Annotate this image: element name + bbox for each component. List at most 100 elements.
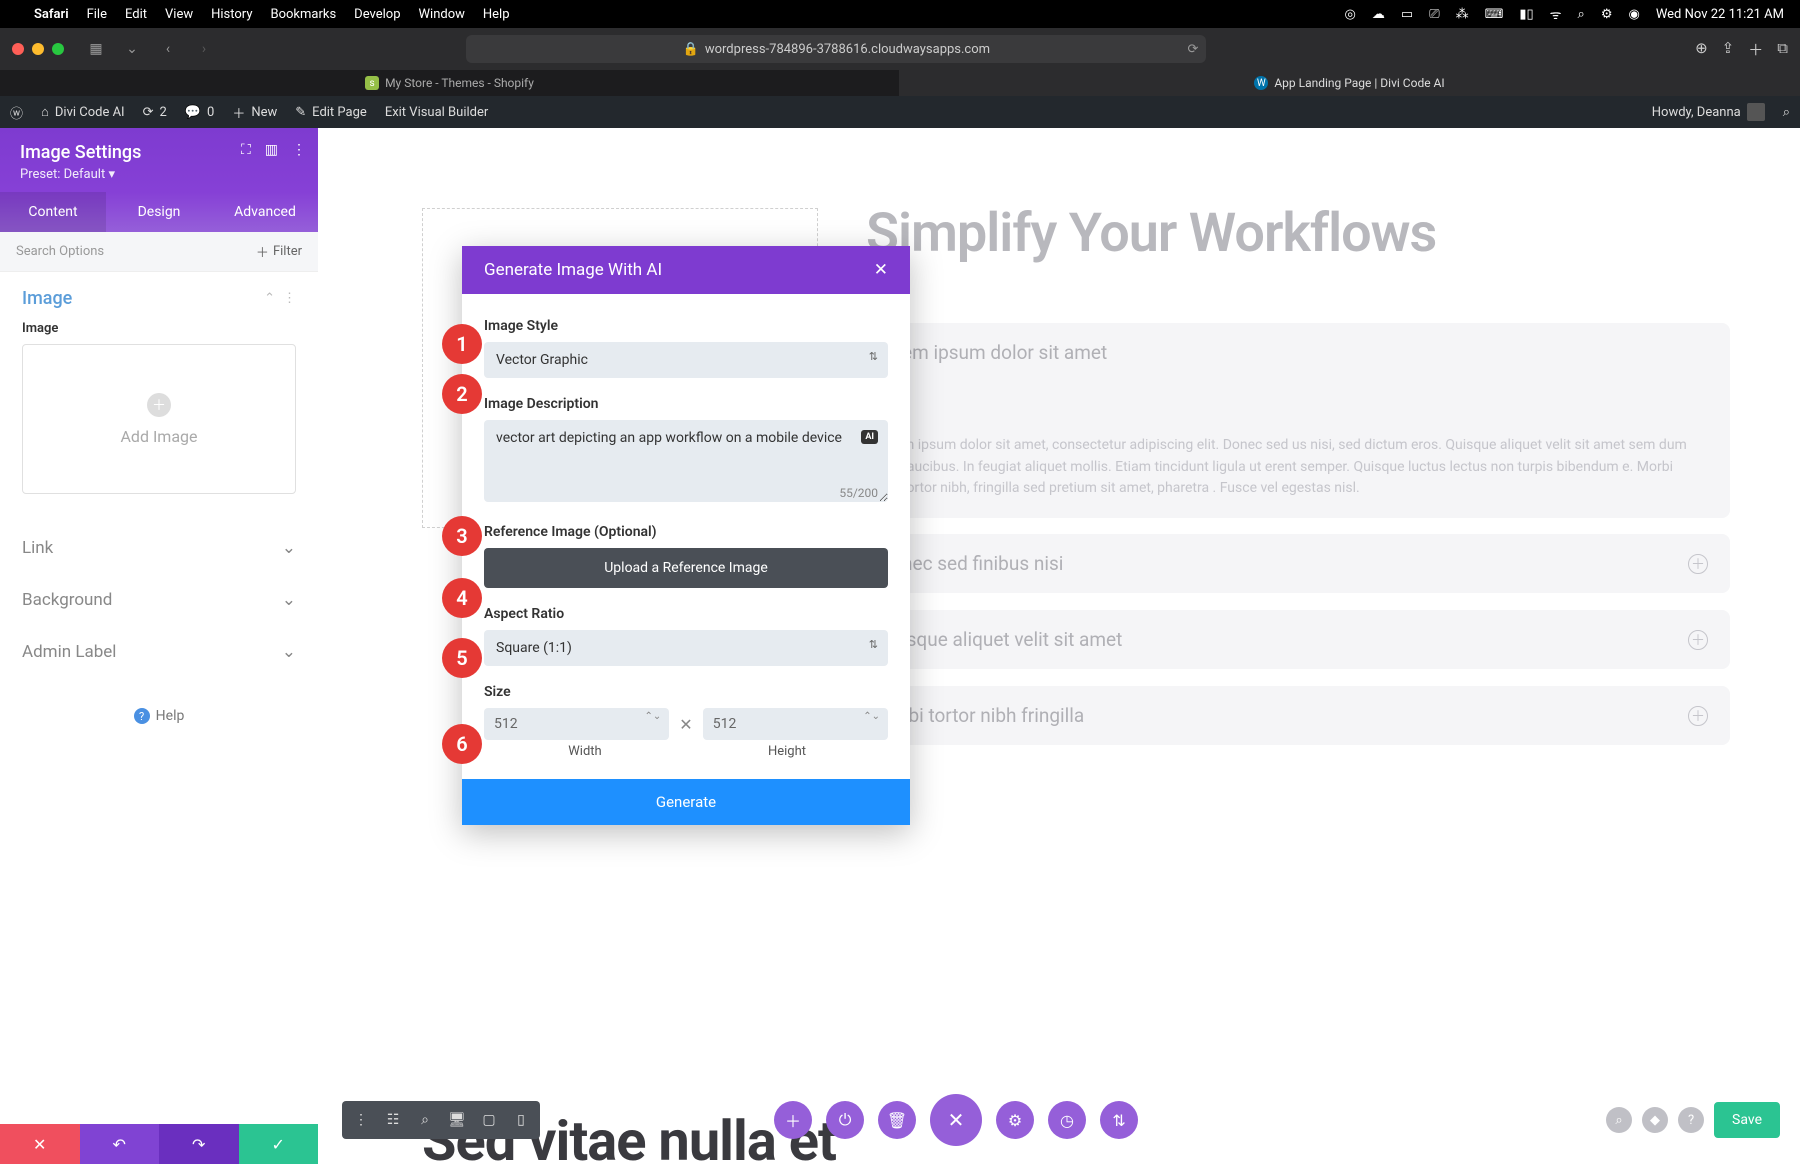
wp-comments[interactable]: 💬 0: [185, 105, 215, 120]
close-builder-button[interactable]: ✕: [930, 1094, 982, 1146]
ai-badge[interactable]: AI: [861, 430, 878, 444]
tablet-icon[interactable]: ▢: [474, 1105, 504, 1135]
add-image-well[interactable]: ＋ Add Image: [22, 344, 296, 494]
status-wifi-icon[interactable]: ᯤ: [1550, 5, 1562, 23]
status-battery-icon[interactable]: ▮▯: [1519, 7, 1533, 22]
find-button[interactable]: ⌕: [1606, 1107, 1632, 1133]
height-input[interactable]: 512: [703, 708, 888, 740]
modal-close-icon[interactable]: ✕: [874, 260, 888, 280]
sidebar-header: Image Settings Preset: Default ▾ ⛶ ▥ ⋮: [0, 128, 318, 192]
image-description-textarea[interactable]: [484, 420, 888, 502]
browser-tab-shopify[interactable]: s My Store - Themes - Shopify: [0, 70, 900, 96]
download-icon[interactable]: ⊕: [1695, 39, 1708, 60]
menu-history[interactable]: History: [211, 7, 252, 22]
wp-site-link[interactable]: ⌂ Divi Code AI: [41, 104, 125, 120]
back-button[interactable]: ‹: [154, 37, 182, 61]
zoom-icon[interactable]: ⌕: [410, 1105, 440, 1135]
image-style-select[interactable]: Vector Graphic: [484, 342, 888, 378]
undo-button[interactable]: ↶: [80, 1124, 160, 1164]
accordion-admin-label[interactable]: Admin Label⌄: [0, 626, 318, 678]
power-button[interactable]: ⏻: [826, 1101, 864, 1139]
save-button[interactable]: Save: [1714, 1102, 1780, 1138]
toolbox-more-icon[interactable]: ⋮: [346, 1105, 376, 1135]
accordion-link[interactable]: Link⌄: [0, 522, 318, 574]
status-control-icon[interactable]: ⚙: [1601, 7, 1613, 22]
status-cloud-icon[interactable]: ☁: [1372, 7, 1385, 22]
tab-content[interactable]: Content: [0, 192, 106, 232]
wp-updates[interactable]: ⟳ 2: [143, 105, 167, 120]
status-screen-icon[interactable]: ⎚: [1429, 7, 1439, 22]
confirm-button[interactable]: ✓: [239, 1124, 319, 1164]
accordion-item-1[interactable]: em ipsum dolor sit amet m ipsum dolor si…: [880, 323, 1730, 518]
generate-button[interactable]: Generate: [462, 779, 910, 825]
history-button[interactable]: ◷: [1048, 1101, 1086, 1139]
help-button[interactable]: ?: [1678, 1107, 1704, 1133]
accordion-item-2[interactable]: nec sed finibus nisi ＋: [880, 534, 1730, 593]
status-record-icon[interactable]: ◎: [1345, 7, 1356, 22]
redo-button[interactable]: ↷: [159, 1124, 239, 1164]
section-more-icon[interactable]: ⋮: [283, 291, 296, 306]
swap-button[interactable]: ⇅: [1100, 1101, 1138, 1139]
minimize-window-button[interactable]: [32, 43, 44, 55]
close-window-button[interactable]: [12, 43, 24, 55]
wp-search-icon[interactable]: ⌕: [1783, 105, 1790, 120]
safari-tabs: s My Store - Themes - Shopify W App Land…: [0, 70, 1800, 96]
browser-tab-wordpress[interactable]: W App Landing Page | Divi Code AI: [900, 70, 1800, 96]
sidebar-toggle-icon[interactable]: ▦: [82, 37, 110, 61]
menu-window[interactable]: Window: [419, 7, 465, 22]
discard-button[interactable]: ✕: [0, 1124, 80, 1164]
reload-icon[interactable]: ⟳: [1187, 42, 1198, 57]
tab-advanced[interactable]: Advanced: [212, 192, 318, 232]
menu-help[interactable]: Help: [483, 7, 510, 22]
app-name[interactable]: Safari: [34, 7, 69, 22]
phone-icon[interactable]: ▯: [506, 1105, 536, 1135]
address-bar[interactable]: 🔒 wordpress-784896-3788616.cloudwaysapps…: [466, 35, 1206, 63]
menu-edit[interactable]: Edit: [125, 7, 147, 22]
status-search-icon[interactable]: ⌕: [1578, 7, 1585, 22]
menu-bookmarks[interactable]: Bookmarks: [270, 7, 336, 22]
menu-view[interactable]: View: [165, 7, 193, 22]
upload-reference-button[interactable]: Upload a Reference Image: [484, 548, 888, 588]
preset-dropdown[interactable]: Preset: Default ▾: [20, 167, 298, 182]
clock[interactable]: Wed Nov 22 11:21 AM: [1656, 7, 1784, 22]
search-input[interactable]: Search Options: [16, 244, 104, 259]
tab-group-chevron-icon[interactable]: ⌄: [118, 37, 146, 61]
expand-icon: ＋: [1688, 706, 1708, 726]
accordion-title: em ipsum dolor sit amet: [902, 341, 1107, 364]
menu-develop[interactable]: Develop: [354, 7, 400, 22]
share-icon[interactable]: ⇪: [1722, 39, 1735, 60]
desktop-icon[interactable]: 🖥: [442, 1105, 472, 1135]
wp-howdy[interactable]: Howdy, Deanna: [1652, 103, 1765, 121]
accordion-item-3[interactable]: isque aliquet velit sit amet ＋: [880, 610, 1730, 669]
status-keyboard-icon[interactable]: ⌨: [1485, 7, 1504, 22]
settings-button[interactable]: ⚙: [996, 1101, 1034, 1139]
wp-new[interactable]: ＋ New: [232, 103, 277, 122]
more-icon[interactable]: ⋮: [292, 142, 306, 158]
delete-button[interactable]: 🗑: [878, 1101, 916, 1139]
wp-logo-icon[interactable]: ⓦ: [10, 103, 23, 122]
new-tab-icon[interactable]: ＋: [1748, 39, 1763, 60]
help-link[interactable]: ?Help: [0, 678, 318, 754]
accordion-background[interactable]: Background⌄: [0, 574, 318, 626]
filter-button[interactable]: ＋ Filter: [256, 242, 302, 261]
menu-file[interactable]: File: [87, 7, 107, 22]
add-button[interactable]: ＋: [774, 1101, 812, 1139]
layers-button[interactable]: ◆: [1642, 1107, 1668, 1133]
modal-header: Generate Image With AI ✕: [462, 246, 910, 294]
status-siri-icon[interactable]: ◉: [1628, 7, 1639, 22]
tabs-overview-icon[interactable]: ⧉: [1777, 39, 1788, 60]
tab-design[interactable]: Design: [106, 192, 212, 232]
width-input[interactable]: 512: [484, 708, 669, 740]
aspect-ratio-select[interactable]: Square (1:1): [484, 630, 888, 666]
wireframe-icon[interactable]: ☷: [378, 1105, 408, 1135]
expand-icon[interactable]: ⛶: [241, 142, 251, 158]
accordion-item-4[interactable]: rbi tortor nibh fringilla ＋: [880, 686, 1730, 745]
wp-edit-page[interactable]: ✎ Edit Page: [295, 105, 367, 120]
status-bluetooth-icon[interactable]: ⁂: [1456, 7, 1469, 22]
section-image-toggle[interactable]: Image ⌃ ⋮: [22, 288, 296, 309]
wp-exit-builder[interactable]: Exit Visual Builder: [385, 105, 488, 120]
maximize-window-button[interactable]: [52, 43, 64, 55]
dock-icon[interactable]: ▥: [265, 142, 278, 158]
status-folder-icon[interactable]: ▭: [1401, 7, 1413, 22]
forward-button[interactable]: ›: [190, 37, 218, 61]
